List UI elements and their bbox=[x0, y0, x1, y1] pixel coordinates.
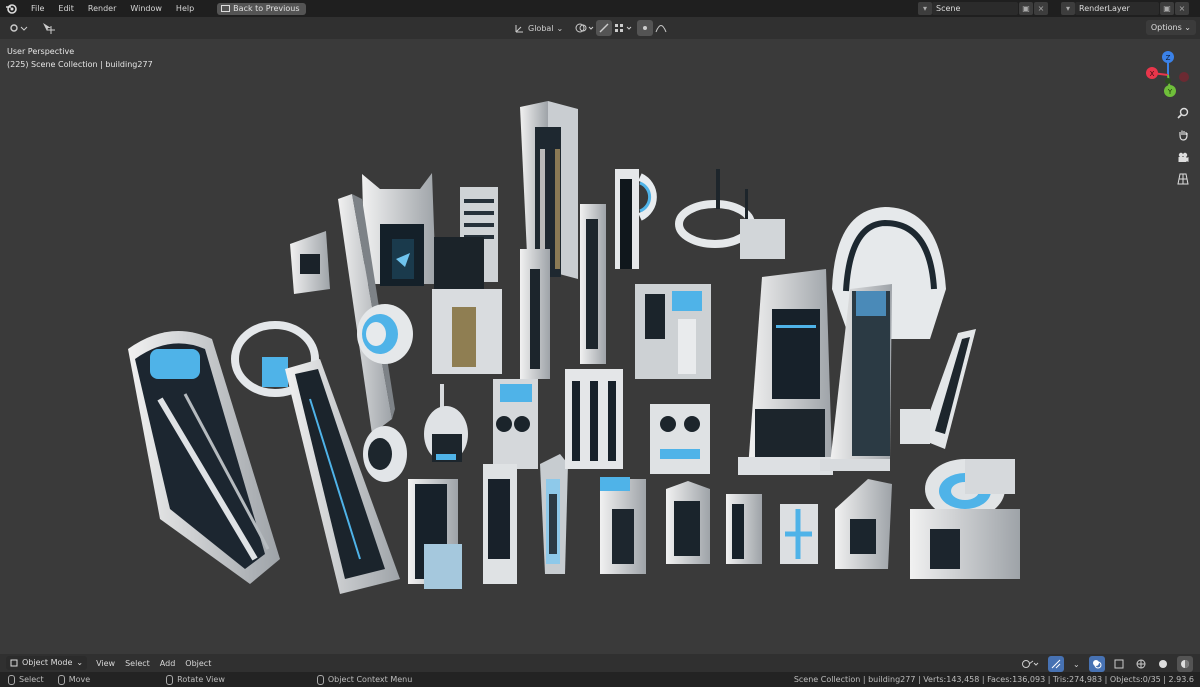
building-right-tall-1[interactable] bbox=[738, 269, 833, 475]
status-bar: Select Move Rotate View Object Context M… bbox=[0, 672, 1200, 687]
mouse-right-icon bbox=[316, 674, 324, 685]
options-label: Options bbox=[1150, 23, 1182, 32]
building-back-tower-ring[interactable] bbox=[615, 169, 657, 269]
menu-edit[interactable]: Edit bbox=[51, 0, 81, 17]
3d-viewport[interactable]: User Perspective (225) Scene Collection … bbox=[0, 39, 1200, 654]
gizmo-y-label: Y bbox=[1167, 88, 1173, 96]
status-move-hint: Move bbox=[57, 674, 91, 685]
transform-tool-icon[interactable] bbox=[39, 20, 59, 36]
scene-statistics: Scene Collection | building277 | Verts:1… bbox=[793, 675, 1194, 684]
renderlayer-selector: ▾ RenderLayer ▣ × bbox=[1060, 2, 1189, 15]
scene-render[interactable] bbox=[0, 39, 1200, 654]
status-rotate-label: Rotate View bbox=[177, 675, 225, 684]
building-front-needle[interactable] bbox=[424, 384, 468, 462]
building-ring-bridge[interactable] bbox=[675, 169, 785, 259]
menu-window[interactable]: Window bbox=[123, 0, 169, 17]
xray-toggle-icon[interactable] bbox=[1111, 656, 1127, 672]
zoom-icon[interactable] bbox=[1172, 102, 1194, 124]
new-renderlayer-icon[interactable]: ▣ bbox=[1160, 2, 1174, 15]
snap-target-icon[interactable] bbox=[611, 20, 637, 36]
building-mid-complex[interactable] bbox=[635, 284, 711, 379]
transform-orientation-label: Global bbox=[528, 23, 554, 33]
mouse-left-icon bbox=[8, 674, 15, 685]
gizmo-toggle-icon[interactable] bbox=[1048, 656, 1064, 672]
blender-logo-icon[interactable] bbox=[5, 2, 18, 15]
options-dropdown[interactable]: Options ⌄ bbox=[1145, 20, 1196, 35]
menu-select[interactable]: Select bbox=[120, 659, 155, 668]
renderlayer-name-field[interactable]: RenderLayer bbox=[1075, 2, 1159, 15]
top-menu-bar: File Edit Render Window Help Back to Pre… bbox=[0, 0, 1200, 17]
menu-file[interactable]: File bbox=[24, 0, 51, 17]
navigation-gizmo[interactable]: Z X Y bbox=[1138, 45, 1198, 105]
object-mode-label: Object Mode bbox=[22, 658, 73, 667]
menu-help[interactable]: Help bbox=[169, 0, 201, 17]
chevron-down-icon: ⌄ bbox=[556, 23, 564, 33]
viewport-header: Global ⌄ Options ⌄ bbox=[0, 17, 1200, 39]
building-front-7[interactable] bbox=[726, 494, 762, 564]
building-front-5[interactable] bbox=[650, 404, 710, 474]
building-back-vtower[interactable] bbox=[362, 173, 436, 286]
viewport-bottom-header: Object Mode ⌄ View Select Add Object ⌄ bbox=[0, 654, 1200, 672]
menu-object[interactable]: Object bbox=[180, 659, 216, 668]
camera-icon[interactable] bbox=[1172, 146, 1194, 168]
scene-selector: ▾ Scene ▣ × bbox=[917, 2, 1048, 15]
renderlayer-browse-icon[interactable]: ▾ bbox=[1061, 2, 1075, 15]
menu-view[interactable]: View bbox=[91, 659, 120, 668]
object-mode-dropdown[interactable]: Object Mode ⌄ bbox=[6, 656, 88, 670]
new-scene-icon[interactable]: ▣ bbox=[1019, 2, 1033, 15]
status-select-hint: Select bbox=[8, 674, 44, 685]
status-context-label: Object Context Menu bbox=[327, 675, 413, 684]
visibility-icon[interactable] bbox=[1018, 656, 1042, 672]
status-move-label: Move bbox=[68, 675, 91, 684]
building-back-block[interactable] bbox=[432, 187, 502, 374]
building-front-8[interactable] bbox=[780, 504, 818, 564]
back-to-previous-label: Back to Previous bbox=[233, 3, 300, 13]
back-to-previous-button[interactable]: Back to Previous bbox=[217, 2, 306, 15]
orientation-icon bbox=[515, 25, 523, 33]
building-front-10[interactable] bbox=[910, 459, 1020, 579]
scene-browse-icon[interactable]: ▾ bbox=[918, 2, 932, 15]
status-context-hint: Object Context Menu bbox=[316, 674, 413, 685]
wireframe-shading-icon[interactable] bbox=[1133, 656, 1149, 672]
building-front-9[interactable] bbox=[835, 479, 892, 569]
perspective-grid-icon[interactable] bbox=[1172, 168, 1194, 190]
proportional-editing-icon[interactable] bbox=[637, 20, 653, 36]
pivot-point-icon[interactable] bbox=[572, 20, 598, 36]
status-select-label: Select bbox=[19, 675, 44, 684]
chevron-down-icon: ⌄ bbox=[76, 658, 84, 667]
overlay-dropdown-icon[interactable]: ⌄ bbox=[1070, 656, 1083, 672]
viewport-overlay-controls: ⌄ ⌄ bbox=[1018, 656, 1200, 672]
pan-hand-icon[interactable] bbox=[1172, 124, 1194, 146]
delete-scene-icon[interactable]: × bbox=[1034, 2, 1048, 15]
building-front-4[interactable] bbox=[565, 369, 646, 574]
building-front-1[interactable] bbox=[408, 479, 462, 589]
overlay-toggle-icon[interactable] bbox=[1088, 656, 1105, 672]
building-front-left-1[interactable] bbox=[128, 331, 280, 584]
gizmo-z-label: Z bbox=[1166, 54, 1171, 62]
object-mode-icon bbox=[10, 659, 18, 667]
editor-type-icon[interactable] bbox=[5, 20, 31, 36]
building-left-block[interactable] bbox=[290, 231, 330, 294]
snap-toggle-icon[interactable] bbox=[596, 20, 612, 36]
mouse-middle-icon bbox=[166, 674, 174, 685]
building-front-3[interactable] bbox=[540, 454, 568, 574]
menu-render[interactable]: Render bbox=[81, 0, 123, 17]
menu-add[interactable]: Add bbox=[155, 659, 181, 668]
building-front-6[interactable] bbox=[666, 481, 710, 564]
falloff-icon[interactable] bbox=[652, 20, 670, 36]
gizmo-x-label: X bbox=[1150, 70, 1155, 78]
material-shading-icon[interactable] bbox=[1176, 656, 1193, 672]
building-front-2[interactable] bbox=[483, 379, 538, 584]
status-rotate-hint: Rotate View bbox=[166, 674, 225, 685]
screen-icon bbox=[221, 5, 231, 12]
mouse-drag-icon bbox=[57, 674, 65, 685]
scene-name-field[interactable]: Scene bbox=[932, 2, 1018, 15]
solid-shading-icon[interactable] bbox=[1155, 656, 1171, 672]
transform-orientation-dropdown[interactable]: Global ⌄ bbox=[512, 20, 566, 36]
delete-renderlayer-icon[interactable]: × bbox=[1175, 2, 1189, 15]
building-right-slanted[interactable] bbox=[900, 329, 976, 449]
